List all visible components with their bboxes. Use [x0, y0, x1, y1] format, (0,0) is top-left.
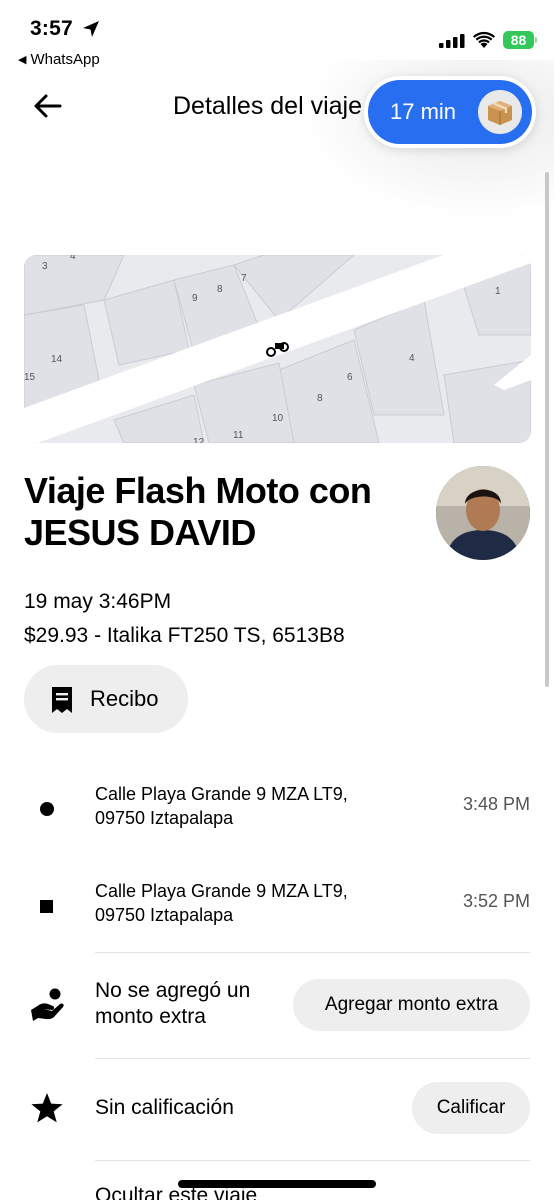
- pickup-time: 3:48 PM: [462, 794, 530, 814]
- home-indicator[interactable]: [178, 1180, 376, 1188]
- cell-signal-icon: [439, 34, 465, 48]
- back-to-app-link[interactable]: ◀ WhatsApp: [18, 51, 100, 68]
- star-icon: [31, 1093, 63, 1123]
- map-drawing: 3 4 7 8 9 1 14 15 4 6 8 10 11 12: [24, 255, 531, 443]
- map-label: 10: [272, 413, 284, 424]
- rating-status: Sin calificación: [95, 1096, 234, 1119]
- hand-tip-icon: [31, 988, 64, 1021]
- rate-button[interactable]: Calificar: [412, 1082, 530, 1134]
- trip-map[interactable]: 3 4 7 8 9 1 14 15 4 6 8 10 11 12: [24, 255, 531, 443]
- receipt-button[interactable]: Recibo: [24, 665, 188, 733]
- map-label: 9: [192, 293, 198, 304]
- divider: [95, 1160, 530, 1161]
- status-time: 3:57: [30, 17, 73, 40]
- back-arrow-button[interactable]: [30, 88, 66, 124]
- divider: [95, 952, 530, 953]
- map-label: 11: [233, 430, 244, 441]
- receipt-label: Recibo: [90, 686, 159, 711]
- tip-status: No se agregó un monto extra: [95, 979, 251, 1028]
- back-triangle-icon: ◀: [18, 54, 27, 66]
- receipt-icon: [52, 687, 72, 713]
- eta-badge-fill: 17 min: [368, 80, 532, 144]
- page-title: Detalles del viaje: [173, 92, 362, 120]
- status-bar: 3:57 ◀ WhatsApp 88: [0, 0, 554, 72]
- map-label: 7: [241, 273, 247, 284]
- map-label: 3: [42, 261, 48, 272]
- back-app-label: WhatsApp: [30, 51, 100, 68]
- battery-indicator: 88: [503, 31, 534, 49]
- map-label: 6: [347, 372, 353, 383]
- dropoff-square-icon: [40, 900, 53, 913]
- pickup-address: Calle Playa Grande 9 MZA LT9, 09750 Izta…: [95, 784, 348, 828]
- battery-tip: [535, 37, 537, 43]
- dropoff-time: 3:52 PM: [462, 891, 530, 911]
- scroll-indicator[interactable]: [545, 172, 549, 687]
- eta-text: 17 min: [390, 99, 457, 124]
- pickup-stop: Calle Playa Grande 9 MZA LT9, 09750 Izta…: [24, 782, 530, 842]
- tip-row: No se agregó un monto extra Agregar mont…: [24, 978, 530, 1038]
- package-icon: [478, 90, 522, 134]
- dropoff-address: Calle Playa Grande 9 MZA LT9, 09750 Izta…: [95, 881, 348, 925]
- wifi-icon: [473, 31, 495, 48]
- add-extra-amount-button[interactable]: Agregar monto extra: [293, 979, 530, 1031]
- map-label: 15: [24, 372, 36, 383]
- map-label: 8: [317, 393, 323, 404]
- driver-avatar: [436, 466, 530, 560]
- eta-badge[interactable]: 17 min: [364, 76, 536, 148]
- map-label: 4: [70, 255, 76, 262]
- map-label: 12: [193, 437, 205, 443]
- dropoff-stop: Calle Playa Grande 9 MZA LT9, 09750 Izta…: [24, 879, 530, 939]
- trip-date: 19 may 3:46PM: [24, 590, 172, 613]
- location-arrow-icon: [83, 21, 99, 37]
- pickup-dot-icon: [40, 802, 54, 816]
- map-label: 4: [409, 353, 415, 364]
- trip-title: Viaje Flash Moto con JESUS DAVID: [24, 470, 372, 553]
- trip-fare-vehicle: $29.93 - Italika FT250 TS, 6513B8: [24, 624, 345, 647]
- map-label: 8: [217, 284, 223, 295]
- map-label: 14: [51, 354, 63, 365]
- map-label: 1: [495, 286, 501, 297]
- rating-row: Sin calificación Calificar: [24, 1082, 530, 1136]
- divider: [95, 1058, 530, 1059]
